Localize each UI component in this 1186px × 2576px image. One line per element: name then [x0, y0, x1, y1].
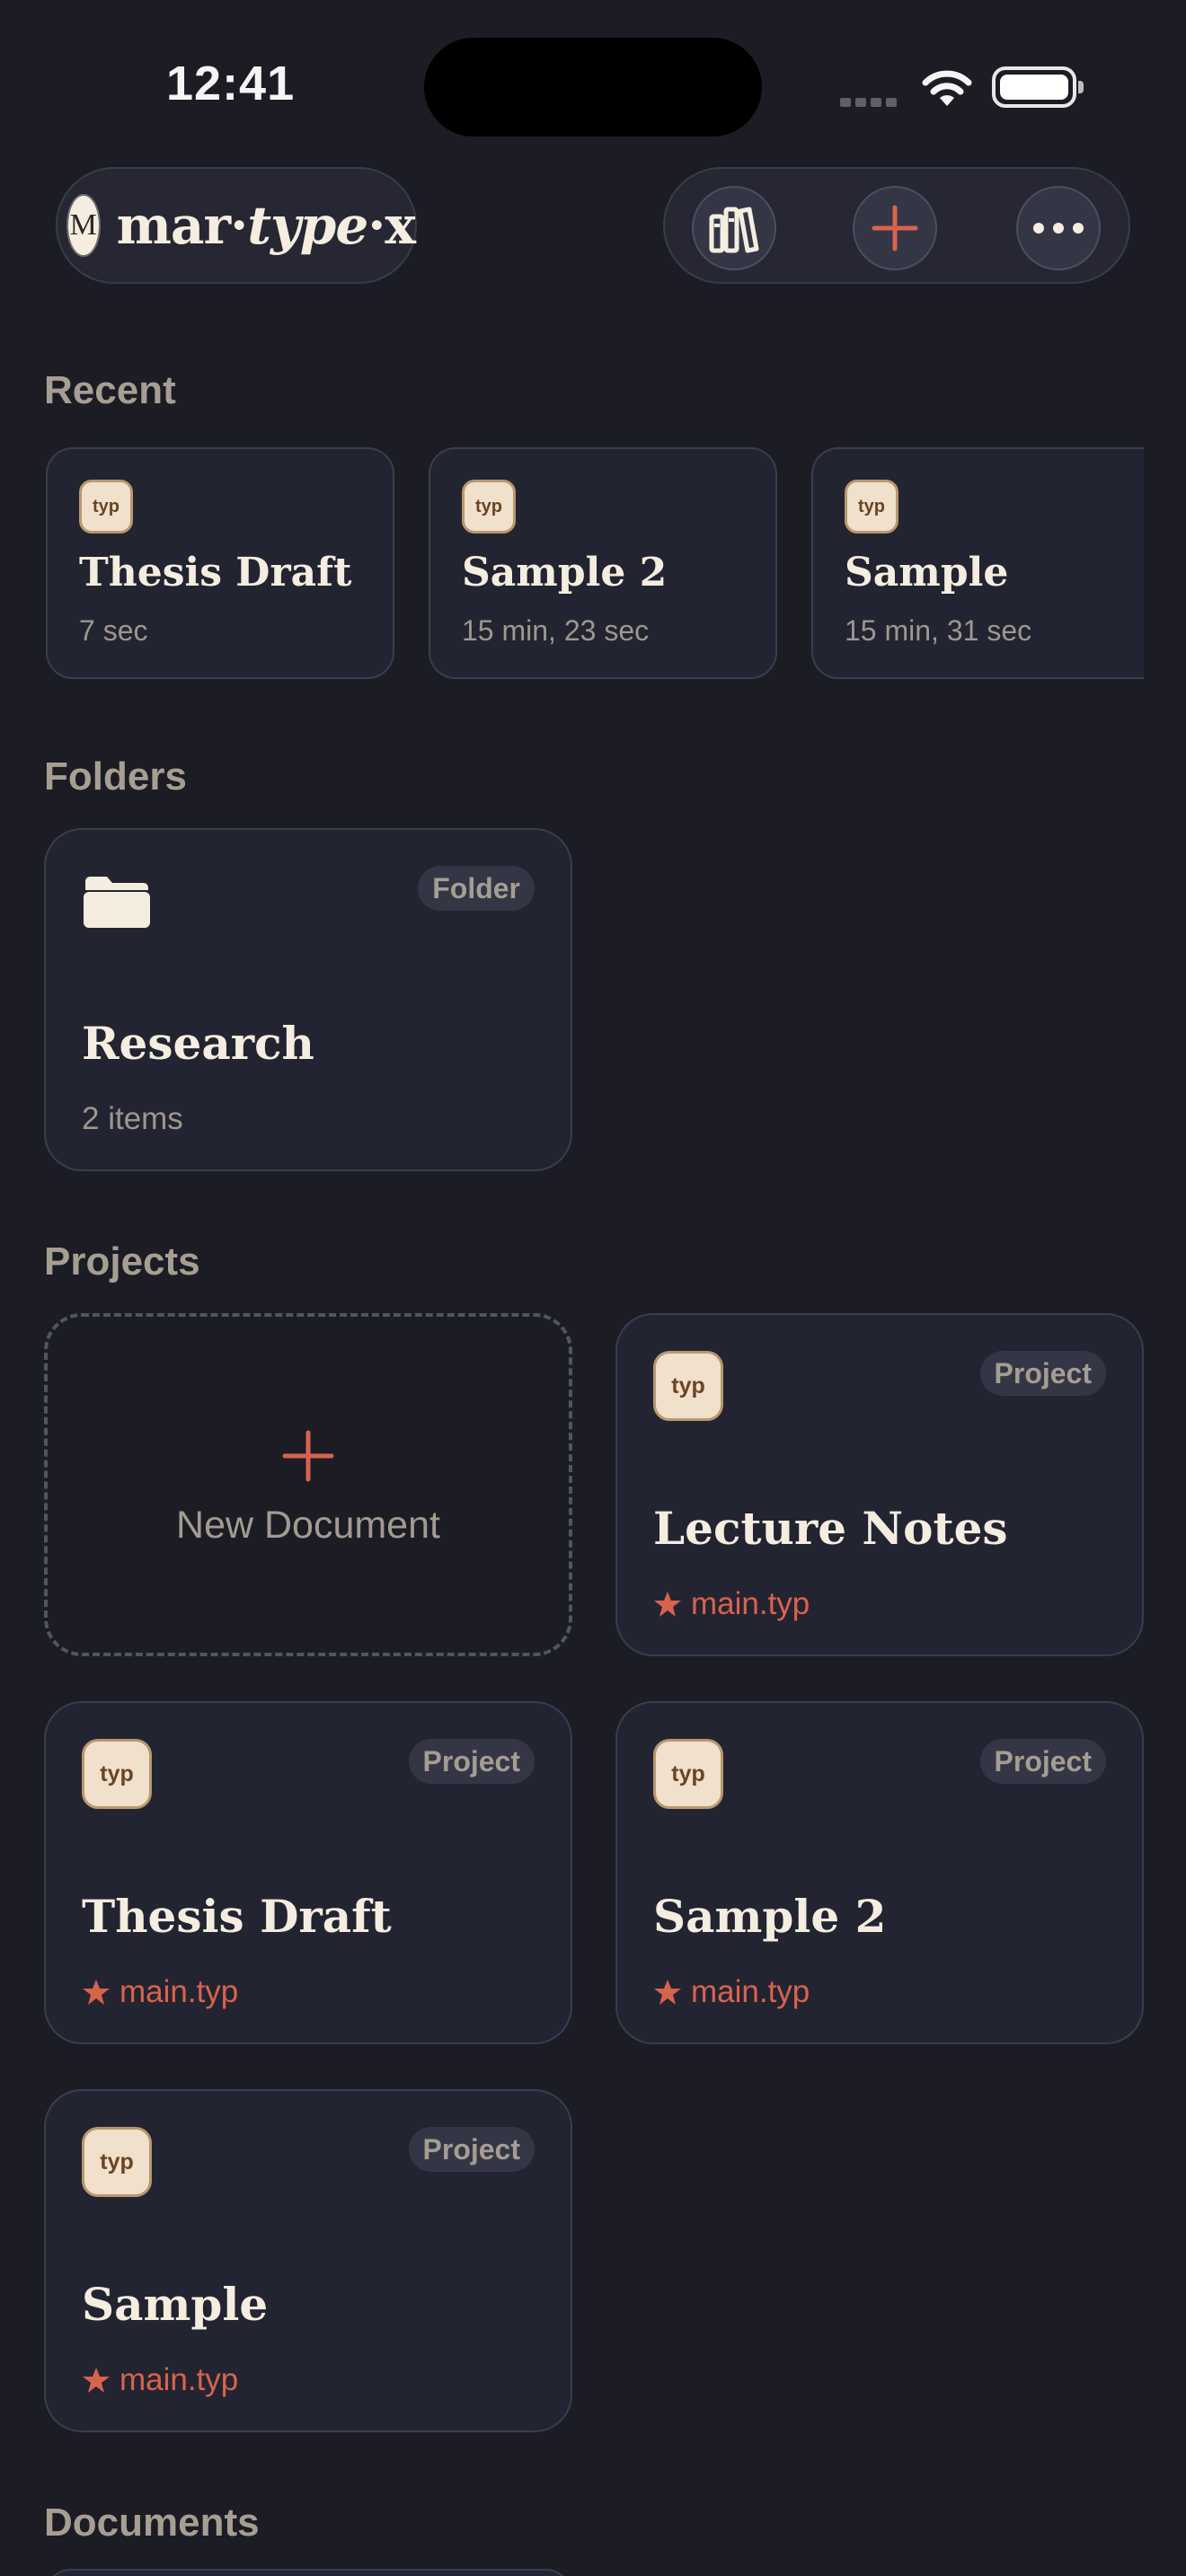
project-title: Sample 2 [653, 1890, 887, 1943]
app-name: mar·type·x [116, 195, 416, 256]
folder-icon [84, 877, 150, 928]
more-icon [1033, 223, 1084, 234]
star-icon [83, 2368, 110, 2393]
more-button[interactable] [1016, 186, 1101, 270]
project-card[interactable]: typ Project Sample main.typ [44, 2089, 572, 2432]
dynamic-island [424, 38, 762, 137]
project-badge: Project [979, 1739, 1106, 1784]
recent-time: 7 sec [79, 614, 148, 647]
section-heading-documents: Documents [44, 2501, 260, 2545]
recent-card[interactable]: typ Thesis Draft 7 sec [46, 447, 394, 679]
project-badge: Project [979, 1351, 1106, 1396]
project-main-file: main.typ [82, 2362, 238, 2398]
recent-card[interactable]: typ Sample 15 min, 31 sec [811, 447, 1144, 679]
plus-icon [282, 1430, 334, 1482]
star-icon [654, 1980, 681, 2005]
status-time: 12:41 [166, 57, 296, 110]
project-main-file: main.typ [653, 1586, 810, 1622]
project-title: Sample [82, 2278, 269, 2331]
project-card[interactable]: typ Project Lecture Notes main.typ [615, 1313, 1144, 1656]
battery-icon [992, 66, 1084, 108]
project-badge: Project [408, 1739, 535, 1784]
recent-card[interactable]: typ Sample 2 15 min, 23 sec [429, 447, 777, 679]
recent-time: 15 min, 23 sec [462, 614, 650, 647]
typ-file-icon: typ [462, 480, 516, 534]
typ-file-icon: typ [653, 1351, 723, 1421]
star-icon [83, 1980, 110, 2005]
app-logo[interactable]: M mar·type·x [56, 167, 417, 284]
recent-title: Sample 2 [462, 550, 668, 595]
folder-title: Research [82, 1017, 314, 1070]
document-card[interactable] [44, 2569, 572, 2576]
add-button[interactable] [853, 186, 937, 270]
logo-mark: M [66, 194, 101, 257]
section-heading-folders: Folders [44, 754, 187, 798]
project-title: Lecture Notes [653, 1502, 1008, 1555]
typ-file-icon: typ [653, 1739, 723, 1809]
recent-time: 15 min, 31 sec [845, 614, 1032, 647]
plus-icon [872, 205, 918, 251]
recent-title: Thesis Draft [79, 550, 352, 595]
project-card[interactable]: typ Project Sample 2 main.typ [615, 1701, 1144, 2044]
library-icon [709, 207, 759, 253]
project-title: Thesis Draft [82, 1890, 392, 1943]
project-card[interactable]: typ Project Thesis Draft main.typ [44, 1701, 572, 2044]
typ-file-icon: typ [79, 480, 133, 534]
typ-file-icon: typ [845, 480, 898, 534]
wifi-icon [922, 70, 972, 106]
folder-card[interactable]: Folder Research 2 items [44, 828, 572, 1171]
header-actions [663, 167, 1130, 284]
new-document-button[interactable]: New Document [44, 1313, 572, 1656]
folder-badge: Folder [418, 866, 535, 911]
typ-file-icon: typ [82, 1739, 152, 1809]
new-document-label: New Document [176, 1504, 440, 1547]
project-main-file: main.typ [653, 1974, 810, 2010]
library-button[interactable] [692, 186, 776, 270]
folder-item-count: 2 items [82, 1101, 183, 1136]
project-badge: Project [408, 2127, 535, 2172]
section-heading-recent: Recent [44, 368, 176, 412]
section-heading-projects: Projects [44, 1239, 200, 1284]
star-icon [654, 1592, 681, 1617]
project-main-file: main.typ [82, 1974, 238, 2010]
cellular-signal-icon [840, 95, 903, 107]
recent-title: Sample [845, 550, 1009, 595]
typ-file-icon: typ [82, 2127, 152, 2197]
